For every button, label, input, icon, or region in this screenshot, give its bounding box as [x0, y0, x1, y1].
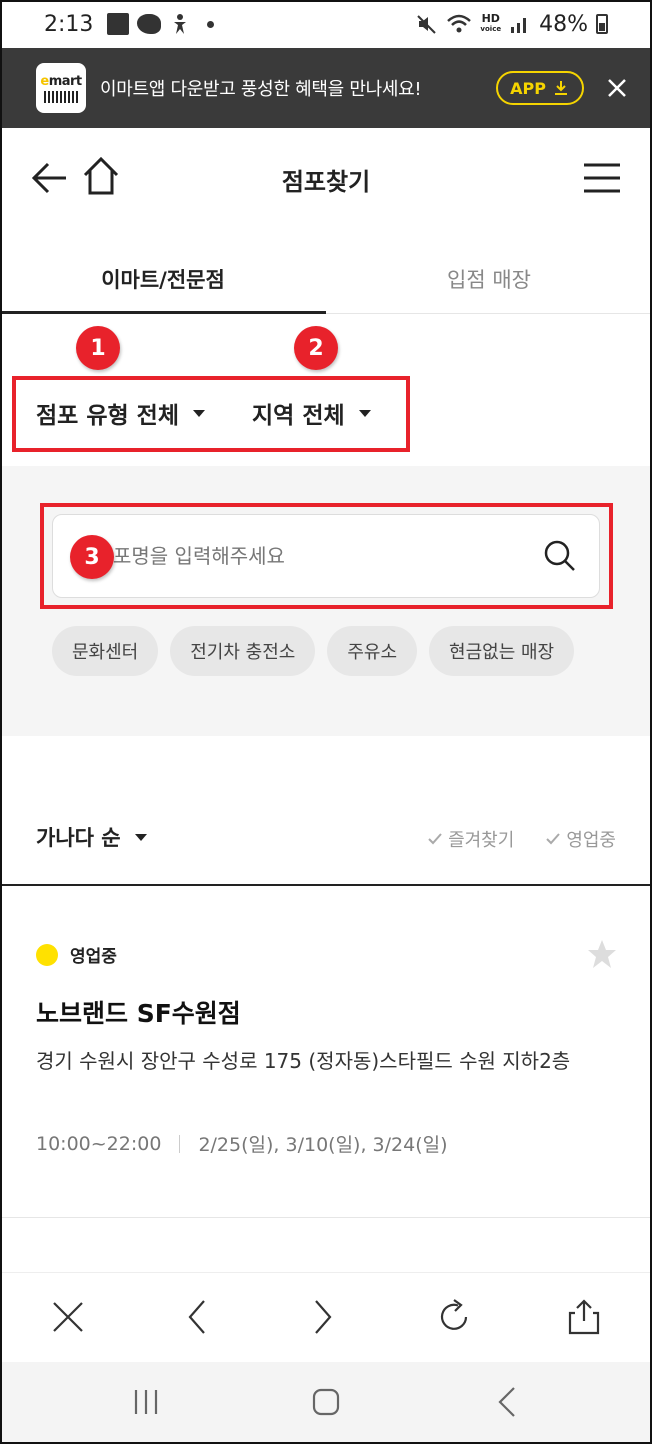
annotation-badge-1: 1 [76, 326, 120, 370]
store-type-filter[interactable]: 점포 유형 전체 [36, 396, 205, 430]
home-button-icon[interactable] [306, 1384, 346, 1420]
download-icon [555, 81, 567, 95]
check-icon [546, 833, 561, 845]
caret-down-icon [192, 409, 205, 417]
share-icon[interactable] [564, 1297, 604, 1337]
status-bar: 2:13 HD voice 48% [0, 0, 652, 48]
refresh-icon[interactable] [434, 1297, 474, 1337]
favorites-toggle[interactable]: 즐겨찾기 [426, 826, 514, 852]
accessibility-icon [174, 14, 187, 34]
sort-row: 가나다 순 즐겨찾기 영업중 [0, 800, 652, 886]
chip-cashless-store[interactable]: 현금없는 매장 [429, 626, 575, 676]
divider [179, 1134, 181, 1153]
barcode-icon [44, 90, 78, 103]
page-title: 점포찾기 [281, 168, 371, 196]
store-type-tabs: 이마트/전문점 입점 매장 [0, 244, 652, 314]
chip-culture-center[interactable]: 문화센터 [52, 626, 159, 676]
annotation-badge-2: 2 [294, 326, 338, 370]
browser-forward-icon[interactable] [304, 1297, 344, 1337]
wifi-icon [447, 14, 472, 33]
more-notifications-dot [207, 20, 215, 28]
notification-icon [107, 13, 130, 35]
store-hours: 10:00~22:00 2/25(일), 3/10(일), 3/24(일) [36, 1130, 448, 1157]
app-download-button[interactable]: APP [496, 71, 584, 105]
store-name: 노브랜드 SF수원점 [36, 999, 241, 1028]
close-tab-icon[interactable] [48, 1297, 88, 1337]
chat-icon [137, 14, 162, 34]
status-badge: 영업중 [36, 942, 117, 967]
system-nav-bar [0, 1362, 652, 1444]
hd-voice-icon: HD voice [480, 12, 502, 33]
annotation-badge-3: 3 [70, 535, 114, 579]
tab-tenant-stores[interactable]: 입점 매장 [326, 244, 652, 313]
region-filter[interactable]: 지역 전체 [252, 396, 371, 430]
store-closed-days: 2/25(일), 3/10(일), 3/24(일) [198, 1134, 448, 1156]
check-icon [428, 833, 442, 845]
caret-down-icon [134, 833, 147, 841]
browser-back-icon[interactable] [176, 1297, 216, 1337]
emart-logo: emart [36, 63, 86, 113]
recent-apps-icon[interactable] [126, 1384, 166, 1420]
sort-dropdown[interactable]: 가나다 순 [36, 822, 147, 852]
page-header: 점포찾기 [0, 128, 652, 228]
favorite-star-icon[interactable] [586, 938, 618, 970]
system-back-icon[interactable] [488, 1384, 528, 1420]
mute-icon [417, 15, 437, 34]
close-icon [608, 79, 626, 97]
store-card[interactable]: 영업중 노브랜드 SF수원점 경기 수원시 장안구 수성로 175 (정자동)스… [0, 886, 652, 1218]
hamburger-menu-icon[interactable] [582, 162, 622, 194]
promo-message: 이마트앱 다운받고 풍성한 혜택을 만나세요! [100, 79, 422, 100]
chip-gas-station[interactable]: 주유소 [327, 626, 418, 676]
store-address: 경기 수원시 장안구 수성로 175 (정자동)스타필드 수원 지하2층 [36, 1049, 571, 1073]
open-status-dot [36, 943, 58, 966]
app-promo-banner[interactable]: emart 이마트앱 다운받고 풍성한 혜택을 만나세요! APP [0, 48, 652, 128]
open-now-toggle[interactable]: 영업중 [544, 826, 616, 852]
battery-icon [596, 14, 608, 34]
browser-toolbar [0, 1272, 652, 1362]
status-time: 2:13 [44, 11, 94, 37]
search-box[interactable] [52, 514, 600, 598]
signal-icon [511, 18, 527, 33]
search-section [0, 466, 652, 736]
promo-close-button[interactable] [602, 73, 632, 103]
battery-percent: 48% [539, 11, 588, 37]
search-icon[interactable] [543, 539, 577, 573]
quick-filter-chips: 문화센터 전기차 충전소 주유소 현금없는 매장 [52, 626, 575, 676]
search-input[interactable] [113, 544, 543, 568]
caret-down-icon [358, 409, 371, 417]
chip-ev-charging[interactable]: 전기차 충전소 [170, 626, 316, 676]
tab-emart-specialty[interactable]: 이마트/전문점 [0, 244, 326, 314]
